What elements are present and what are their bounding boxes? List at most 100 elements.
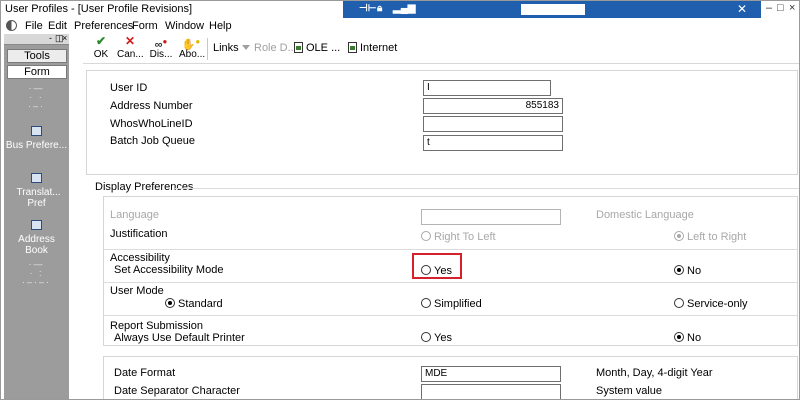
ok-button[interactable]: ✔ OK bbox=[93, 35, 109, 60]
radio-accessibility-no[interactable]: No bbox=[674, 265, 701, 277]
radio-circle bbox=[421, 332, 431, 342]
default-printer-label: Always Use Default Printer bbox=[114, 332, 245, 344]
toolbar-separator bbox=[207, 38, 208, 60]
about-icon: ✋● bbox=[181, 37, 201, 51]
tab-tools[interactable]: Tools bbox=[7, 49, 67, 63]
language-label: Language bbox=[110, 209, 159, 221]
menu-preferences[interactable]: Preferences bbox=[74, 20, 133, 32]
center-close-icon[interactable]: ✕ bbox=[737, 2, 747, 16]
minimize-button[interactable]: – bbox=[766, 2, 772, 14]
title-center-field bbox=[521, 4, 585, 15]
address-number-field[interactable]: 855183 bbox=[423, 98, 563, 114]
radio-label: No bbox=[687, 332, 702, 344]
sidebar-item-address-book[interactable]: Address Book bbox=[4, 220, 69, 256]
form-area: User ID I Address Number 855183 WhosWhoL… bbox=[83, 64, 799, 399]
menu-form[interactable]: Form bbox=[132, 20, 158, 32]
maximize-button[interactable]: □ bbox=[777, 2, 784, 14]
row-divider bbox=[104, 315, 797, 316]
user-id-label: User ID bbox=[110, 82, 148, 94]
radio-label: Standard bbox=[178, 298, 223, 310]
group-divider bbox=[175, 188, 799, 189]
left-panel: - ◫ × Tools Form ·— · · ·–· Bus Prefere...… bbox=[4, 33, 69, 399]
display-icon: ∞● bbox=[154, 37, 168, 51]
radio-label: Yes bbox=[434, 332, 452, 344]
radio-circle bbox=[421, 231, 431, 241]
radio-circle bbox=[421, 298, 431, 308]
tab-form[interactable]: Form bbox=[7, 65, 67, 79]
batch-job-queue-label: Batch Job Queue bbox=[110, 135, 196, 147]
radio-left-to-right[interactable]: Left to Right bbox=[674, 231, 746, 243]
radio-right-to-left[interactable]: Right To Left bbox=[421, 231, 496, 243]
whoswho-label: WhosWhoLineID bbox=[110, 118, 193, 130]
whoswho-field[interactable] bbox=[423, 116, 563, 132]
user-mode-label: User Mode bbox=[110, 285, 164, 297]
date-preferences-box: Date Format MDE Month, Day, 4-digit Year… bbox=[103, 356, 798, 399]
menu-bar: File Edit Preferences Form Window Help bbox=[1, 18, 799, 34]
title-bar: User Profiles - [User Profile Revisions]… bbox=[1, 1, 799, 18]
left-panel-controls: - ◫ × bbox=[4, 33, 69, 45]
window-title: User Profiles - [User Profile Revisions] bbox=[5, 3, 193, 15]
ole-label: OLE ... bbox=[306, 42, 341, 54]
internet-label: Internet bbox=[360, 42, 398, 54]
about-button[interactable]: ✋● Abo... bbox=[179, 36, 206, 60]
radio-default-printer-no[interactable]: No bbox=[674, 332, 701, 344]
menu-file[interactable]: File bbox=[25, 20, 43, 32]
form-icon bbox=[31, 173, 42, 183]
signal-icon: ▂▄▆ bbox=[393, 3, 416, 14]
radio-label: Simplified bbox=[434, 298, 482, 310]
row-divider bbox=[104, 249, 797, 250]
chevron-down-icon bbox=[241, 45, 250, 50]
date-format-label: Date Format bbox=[114, 367, 176, 379]
batch-job-queue-field[interactable]: t bbox=[423, 135, 563, 151]
close-button[interactable]: × bbox=[789, 2, 795, 14]
display-preferences-title: Display Preferences bbox=[95, 181, 194, 193]
panel-divider-icon: ·— · · ·–· bbox=[28, 83, 45, 111]
role-menu: Role D... bbox=[254, 42, 297, 54]
app-window: User Profiles - [User Profile Revisions]… bbox=[0, 0, 800, 400]
links-menu[interactable]: Links bbox=[213, 42, 253, 54]
date-format-description: Month, Day, 4-digit Year bbox=[596, 367, 713, 379]
sidebar-item-bus-preferences[interactable]: Bus Prefere... bbox=[4, 126, 69, 151]
pin-icon[interactable]: ⊣⊢ bbox=[359, 3, 376, 14]
menu-help[interactable]: Help bbox=[209, 20, 232, 32]
menu-edit[interactable]: Edit bbox=[48, 20, 67, 32]
sidebar-item-label: Bus Prefere... bbox=[5, 140, 68, 151]
title-center-bar: ⊣⊢ 🔒︎ ▂▄▆ ✕ bbox=[343, 1, 761, 18]
cancel-button[interactable]: ✕ Can... bbox=[117, 34, 144, 60]
date-format-field[interactable]: MDE bbox=[421, 366, 561, 382]
language-field[interactable] bbox=[421, 209, 561, 225]
set-accessibility-mode-label: Set Accessibility Mode bbox=[114, 264, 224, 276]
domestic-language-label: Domestic Language bbox=[596, 209, 694, 221]
radio-circle bbox=[165, 298, 175, 308]
links-label: Links bbox=[213, 42, 239, 54]
cancel-x-icon: ✕ bbox=[124, 34, 136, 48]
panel-minimize-icon[interactable]: - bbox=[49, 33, 52, 43]
about-button-label: Abo... bbox=[179, 49, 206, 60]
internet-button[interactable]: Internet bbox=[348, 42, 397, 54]
user-id-field[interactable]: I bbox=[423, 80, 551, 96]
radio-user-mode-standard[interactable]: Standard bbox=[165, 298, 223, 310]
user-header-box: User ID I Address Number 855183 WhosWhoL… bbox=[86, 70, 798, 175]
document-icon bbox=[294, 42, 303, 53]
date-separator-field[interactable] bbox=[421, 384, 561, 399]
radio-user-mode-service-only[interactable]: Service-only bbox=[674, 298, 748, 310]
ole-button[interactable]: OLE ... bbox=[294, 42, 340, 54]
radio-circle bbox=[674, 231, 684, 241]
ok-button-label: OK bbox=[93, 49, 109, 60]
radio-user-mode-simplified[interactable]: Simplified bbox=[421, 298, 482, 310]
menu-window[interactable]: Window bbox=[165, 20, 204, 32]
radio-label: Left to Right bbox=[687, 231, 747, 243]
toolbar: ✔ OK ✕ Can... ∞● Dis... ✋● Abo... Links … bbox=[83, 34, 799, 64]
display-button-label: Dis... bbox=[149, 49, 173, 60]
report-submission-label: Report Submission bbox=[110, 320, 203, 332]
cancel-button-label: Can... bbox=[117, 49, 144, 60]
radio-label: No bbox=[687, 265, 702, 277]
app-logo-icon bbox=[6, 20, 17, 31]
display-button[interactable]: ∞● Dis... bbox=[149, 36, 173, 60]
radio-default-printer-yes[interactable]: Yes bbox=[421, 332, 452, 344]
display-preferences-box: Language Domestic Language Justification… bbox=[103, 196, 798, 346]
lock-icon[interactable]: 🔒︎ bbox=[377, 3, 382, 14]
form-icon bbox=[31, 126, 42, 136]
panel-close-icon[interactable]: × bbox=[62, 33, 67, 43]
sidebar-item-translation-pref[interactable]: Translat... Pref bbox=[4, 173, 69, 209]
